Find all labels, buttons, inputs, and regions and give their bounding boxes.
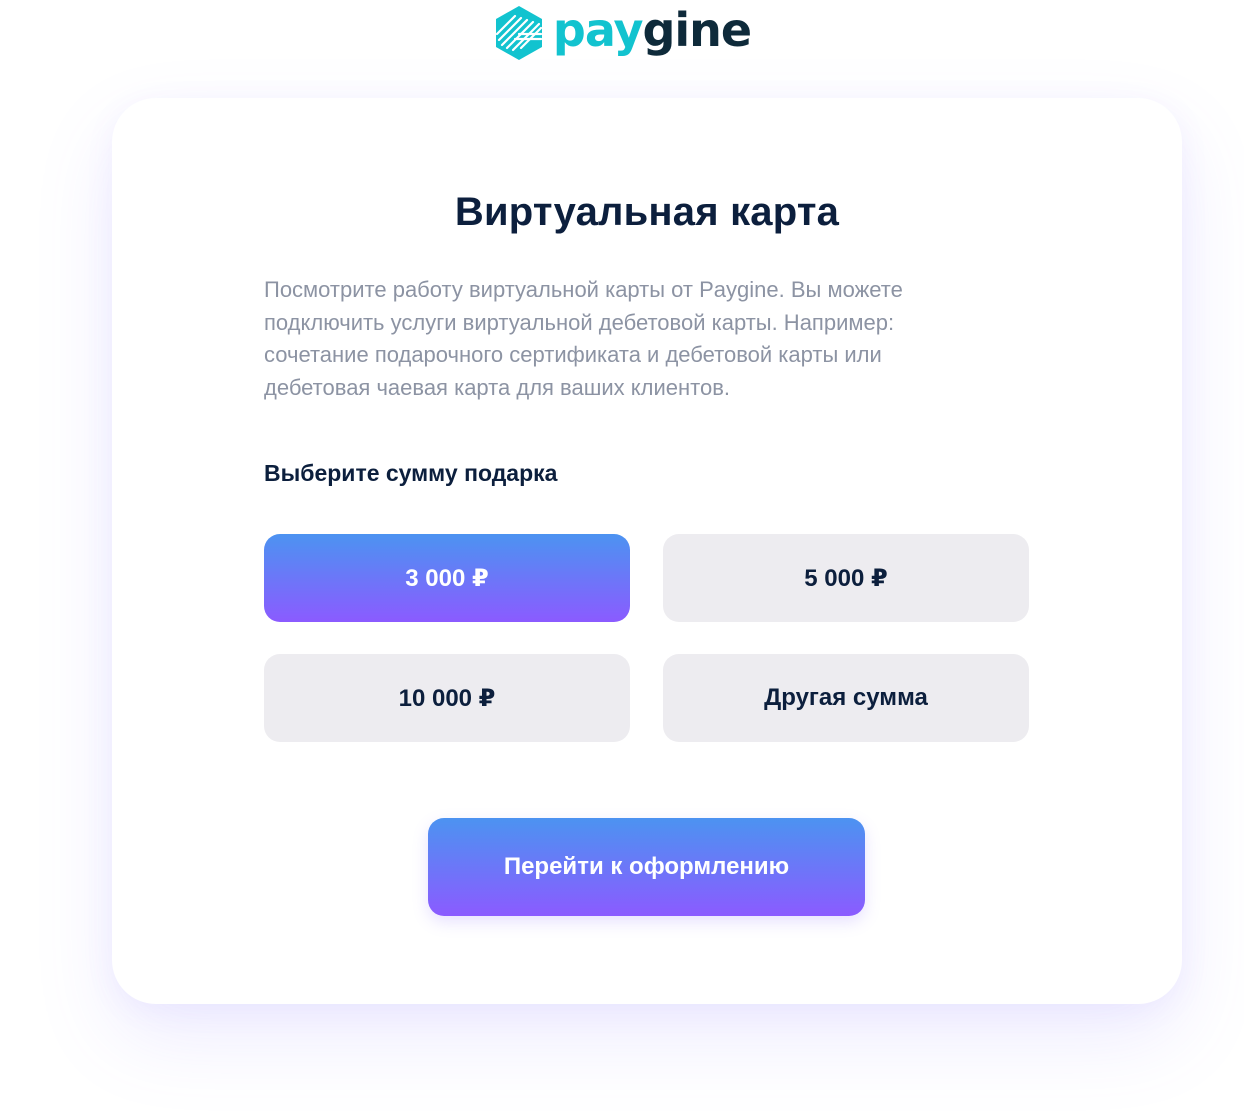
brand-wordmark: paygine xyxy=(553,7,752,53)
virtual-card-panel: Виртуальная карта Посмотрите работу вирт… xyxy=(112,98,1182,1004)
page-title: Виртуальная карта xyxy=(454,190,840,234)
brand-wordmark-pay: pay xyxy=(552,3,644,57)
proceed-to-checkout-button[interactable]: Перейти к оформлению xyxy=(428,818,865,916)
amount-options: 3 000 ₽ 5 000 ₽ 10 000 ₽ Другая сумма xyxy=(264,534,1029,742)
amount-section-label: Выберите сумму подарка xyxy=(264,460,558,486)
hexagon-logo-icon xyxy=(495,6,542,60)
description-text: Посмотрите работу виртуальной карты от P… xyxy=(264,277,903,401)
brand-logo[interactable]: paygine xyxy=(0,4,1244,62)
page: paygine Виртуальная карта Посмотрите раб… xyxy=(0,0,1244,1116)
brand-wordmark-gine: gine xyxy=(642,3,752,57)
amount-option-custom[interactable]: Другая сумма xyxy=(663,654,1029,742)
amount-option-3000[interactable]: 3 000 ₽ xyxy=(264,534,630,622)
amount-option-10000[interactable]: 10 000 ₽ xyxy=(264,654,630,742)
amount-option-5000[interactable]: 5 000 ₽ xyxy=(663,534,1029,622)
